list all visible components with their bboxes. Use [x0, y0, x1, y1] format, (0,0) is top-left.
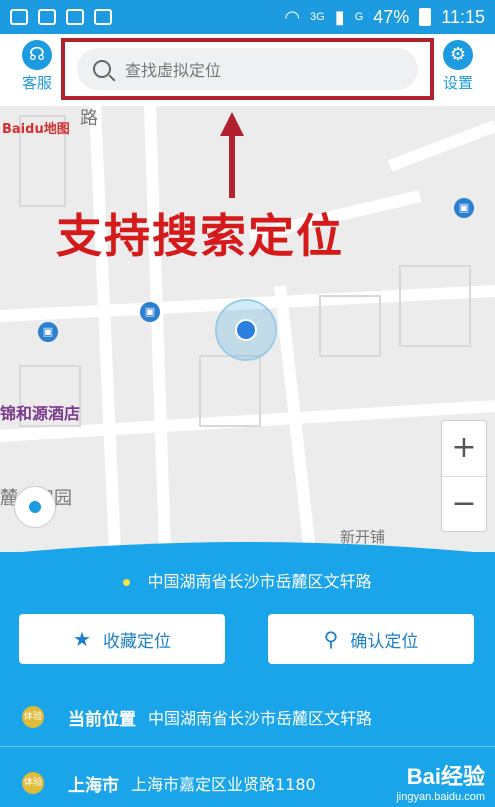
notification-icon [94, 9, 112, 25]
road-label: 路 [80, 108, 98, 129]
clock: 11:15 [441, 6, 485, 27]
baidu-map-logo: Baidu地图 [2, 122, 70, 137]
list-item-name: 当前位置 [68, 709, 136, 730]
current-location-marker [215, 299, 277, 361]
divider [0, 746, 495, 747]
list-item[interactable]: 体验 当前位置 中国湖南省长沙市岳麓区文轩路 [0, 690, 495, 744]
map-view[interactable]: Baidu地图 路 支持搜索定位 锦和源酒店 麓山和园 新开铺 ▣ ▣ ▣ + … [0, 106, 495, 552]
zoom-in-button[interactable]: + [442, 421, 486, 477]
watermark-site: jingyan.baidu.com [396, 791, 485, 803]
list-item-name: 上海市 [68, 775, 119, 796]
watermark: Bai经验 jingyan.baidu.com [396, 759, 485, 803]
hotel-label: 锦和源酒店 [0, 404, 81, 423]
address-dot-icon [123, 579, 131, 586]
locate-me-button[interactable] [14, 486, 56, 528]
bus-stop-icon[interactable]: ▣ [454, 198, 474, 218]
map-pin-icon: ⚲ [323, 627, 339, 651]
bus-stop-icon[interactable]: ▣ [38, 322, 58, 342]
customer-service-label: 客服 [21, 74, 52, 92]
signal-icon: ▮ [334, 6, 345, 27]
annotation-caption: 支持搜索定位 [56, 209, 344, 263]
annotation-arrow [220, 112, 244, 198]
favorite-location-label: 收藏定位 [102, 631, 171, 652]
customer-service-button[interactable]: ☊ 客服 [12, 40, 62, 93]
watermark-logo: Bai经验 [406, 764, 485, 789]
star-icon: ★ [73, 627, 91, 651]
wifi-icon: ◠ [284, 6, 301, 27]
network-type: 3G [310, 11, 325, 23]
battery-level: 47% [373, 6, 410, 27]
search-highlight-frame: 查找虚拟定位 [61, 38, 434, 100]
search-input[interactable]: 查找虚拟定位 [77, 48, 418, 90]
confirm-location-label: 确认定位 [350, 631, 419, 652]
notification-icon [10, 9, 28, 25]
settings-label: 设置 [442, 74, 473, 92]
battery-icon [419, 8, 432, 26]
trial-badge: 体验 [22, 706, 44, 728]
status-bar: ◠ 3G ▮ G 47% 11:15 [0, 0, 495, 34]
settings-button[interactable]: ⚙ 设置 [433, 40, 483, 93]
list-item-address: 上海市嘉定区业贤路1180 [131, 775, 316, 794]
notification-icon [38, 9, 56, 25]
search-icon [93, 60, 111, 78]
bus-stop-icon[interactable]: ▣ [140, 302, 160, 322]
headset-icon: ☊ [22, 40, 52, 70]
zoom-out-button[interactable]: − [442, 477, 486, 533]
confirm-location-button[interactable]: ⚲ 确认定位 [268, 614, 474, 664]
signal-type: G [354, 11, 364, 23]
gear-icon: ⚙ [443, 40, 473, 70]
list-item-address: 中国湖南省长沙市岳麓区文轩路 [148, 709, 373, 728]
favorite-location-button[interactable]: ★ 收藏定位 [19, 614, 225, 664]
notification-icons [10, 9, 112, 25]
zoom-control: + − [441, 420, 487, 532]
search-placeholder: 查找虚拟定位 [125, 61, 222, 80]
top-bar: ☊ 客服 查找虚拟定位 ⚙ 设置 [0, 34, 495, 106]
trial-badge: 体验 [22, 772, 44, 794]
selected-address: 中国湖南省长沙市岳麓区文轩路 [0, 568, 495, 592]
selected-address-text: 中国湖南省长沙市岳麓区文轩路 [147, 572, 372, 591]
notification-icon [66, 9, 84, 25]
